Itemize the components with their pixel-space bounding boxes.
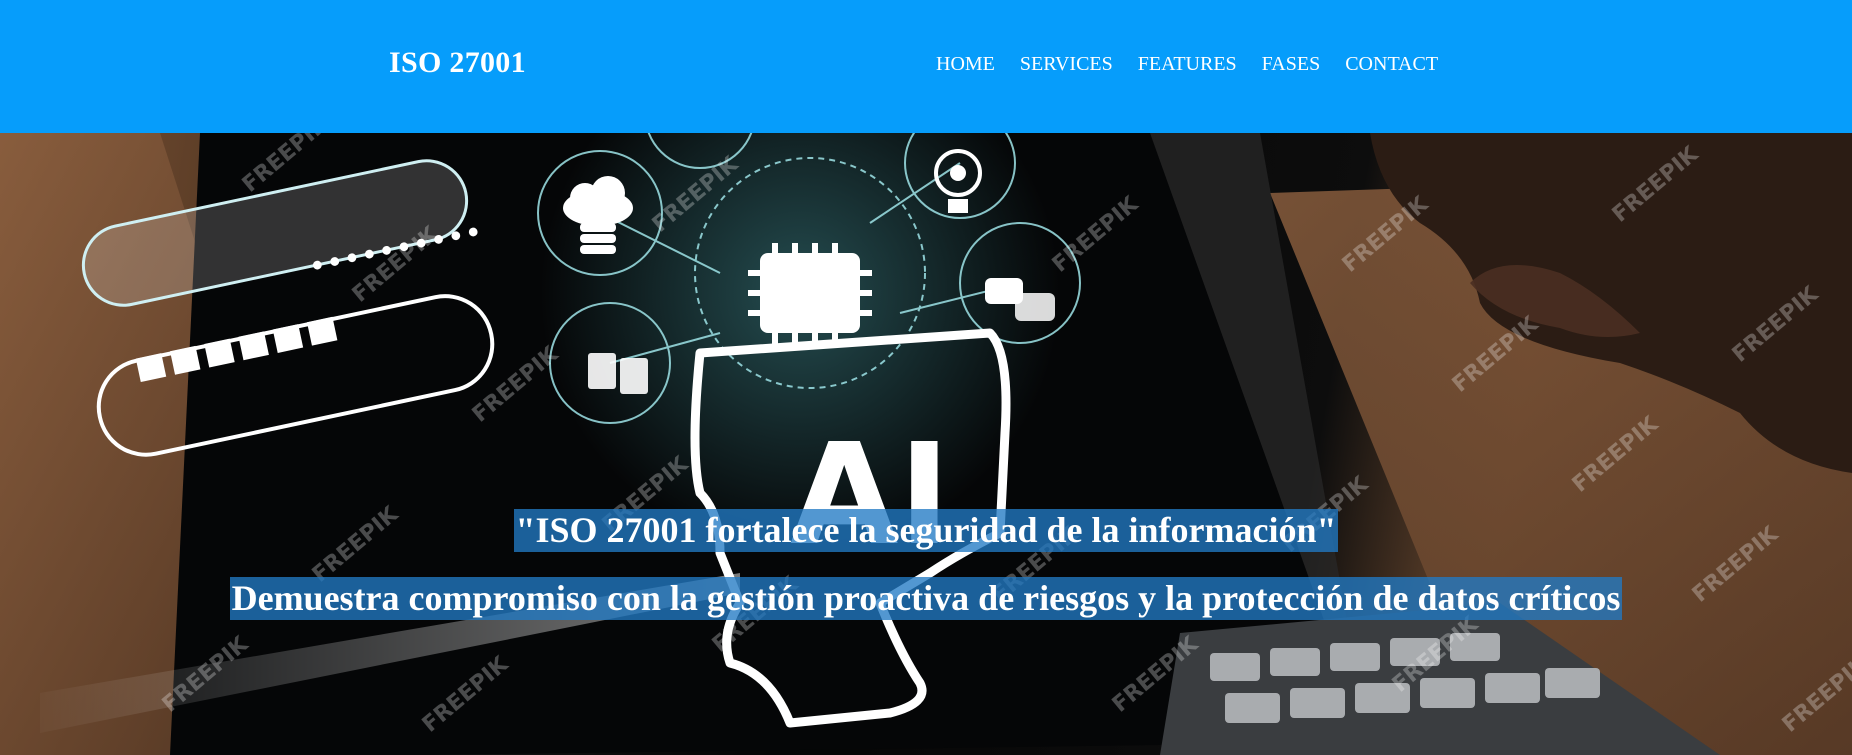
hero-subheadline-wrap: Demuestra compromiso con la gestión proa…: [0, 577, 1852, 621]
hero-headline-wrap: "ISO 27001 fortalece la seguridad de la …: [0, 509, 1852, 553]
hero-section: •••••••••• AI FREEPIK FREEPIK FREEPIK FR…: [0, 133, 1852, 755]
site-header: ISO 27001 HOME SERVICES FEATURES FASES C…: [0, 0, 1852, 133]
chip-icon: [748, 243, 872, 345]
site-logo[interactable]: ISO 27001: [389, 46, 526, 80]
main-nav: HOME SERVICES FEATURES FASES CONTACT: [936, 53, 1438, 76]
hero-headline: "ISO 27001 fortalece la seguridad de la …: [513, 509, 1339, 553]
hero-background-image: •••••••••• AI FREEPIK FREEPIK FREEPIK FR…: [0, 133, 1852, 755]
nav-features-link[interactable]: FEATURES: [1138, 53, 1237, 76]
nav-fases-link[interactable]: FASES: [1262, 53, 1321, 76]
nav-contact-link[interactable]: CONTACT: [1345, 53, 1438, 76]
svg-text:AI: AI: [790, 414, 950, 577]
nav-services-link[interactable]: SERVICES: [1020, 53, 1113, 76]
page: ISO 27001 HOME SERVICES FEATURES FASES C…: [0, 0, 1852, 755]
hero-subheadline: Demuestra compromiso con la gestión proa…: [229, 577, 1623, 621]
nav-home-link[interactable]: HOME: [936, 53, 995, 76]
